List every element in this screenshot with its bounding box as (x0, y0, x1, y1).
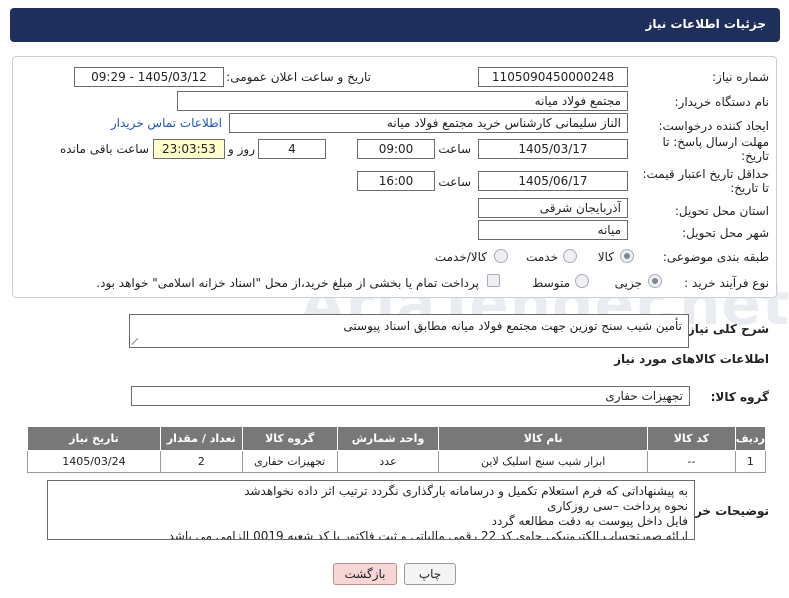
table-row: 1 -- ابزار شیب سنج اسلیک لاین عدد تجهیزا… (27, 450, 767, 473)
cell-item-code: -- (646, 450, 736, 473)
buyer-notes-textarea[interactable]: به پیشنهاداتی که فرم استعلام تکمیل و درس… (47, 480, 695, 540)
print-button[interactable]: چاپ (404, 563, 456, 585)
province-field: آذربایجان شرقی (478, 198, 628, 218)
deadline-days-field: 4 (258, 139, 326, 159)
back-button[interactable]: بازگشت (333, 563, 397, 585)
process-radio-medium[interactable] (575, 274, 589, 288)
summary-label: شرح کلی نیاز: (683, 322, 769, 336)
resize-grip-icon[interactable] (131, 336, 141, 346)
validity-label-line1: حداقل تاریخ اعتبار قیمت: (642, 167, 769, 181)
deadline-time-field: 09:00 (357, 139, 435, 159)
deadline-date-field: 1405/03/17 (478, 139, 628, 159)
goods-group-label: گروه کالا: (710, 390, 769, 404)
cell-need-date: 1405/03/24 (27, 450, 161, 473)
city-label: شهر محل تحویل: (682, 226, 769, 240)
cell-goods-group: تجهیزات حفاری (241, 450, 338, 473)
process-label: نوع فرآیند خرید : (684, 276, 769, 290)
buyer-note-line: نحوه پرداخت –سی روزکاری (547, 499, 688, 513)
remaining-time-label: ساعت باقی مانده (59, 142, 149, 156)
validity-date-field: 1405/06/17 (478, 171, 628, 191)
cell-quantity: 2 (159, 450, 243, 473)
category-option-service: خدمت (526, 250, 558, 264)
cell-unit: عدد (336, 450, 440, 473)
cell-row-number: 1 (734, 450, 767, 473)
col-goods-group: گروه کالا (241, 426, 338, 451)
announce-datetime-label: تاریخ و ساعت اعلان عمومی: (226, 70, 371, 84)
col-unit: واحد شمارش (336, 426, 440, 451)
category-label: طبقه بندی موضوعی: (662, 250, 769, 264)
buyer-note-line: به پیشنهاداتی که فرم استعلام تکمیل و درس… (244, 484, 688, 498)
buyer-org-field: مجتمع فولاد میانه (177, 91, 628, 111)
treasury-payment-checkbox[interactable] (487, 274, 500, 287)
cell-item-name: ابزار شیب سنج اسلیک لاین (438, 450, 648, 473)
buyer-note-line: فایل داخل پیوست به دقت مطالعه گردد (491, 514, 688, 528)
deadline-time-label: ساعت (438, 142, 471, 156)
page-title: جزئیات اطلاعات نیاز (645, 17, 766, 31)
category-option-goods: کالا (597, 250, 614, 264)
validity-time-field: 16:00 (357, 171, 435, 191)
category-radio-goods[interactable] (620, 249, 634, 263)
summary-text: تأمین شیب سنج توزین جهت مجتمع فولاد میان… (343, 319, 682, 333)
summary-textarea[interactable]: تأمین شیب سنج توزین جهت مجتمع فولاد میان… (129, 314, 689, 348)
goods-section-title: اطلاعات کالاهای مورد نیاز (614, 352, 769, 366)
table-header-row: ردیف کد کالا نام کالا واحد شمارش گروه کا… (27, 426, 767, 451)
city-field: میانه (478, 220, 628, 240)
category-radio-goods-service[interactable] (494, 249, 508, 263)
process-option-minor: جزیی (614, 276, 642, 290)
col-need-date: تاریخ نیاز (27, 426, 161, 451)
announce-datetime-field: 1405/03/12 - 09:29 (74, 67, 224, 87)
goods-table: ردیف کد کالا نام کالا واحد شمارش گروه کا… (27, 426, 767, 473)
deadline-label-line2: تاریخ: (741, 149, 769, 163)
buyer-note-line: ارائه صورتحساب الکترونیکی حاوی کد 22 رقم… (168, 529, 688, 540)
page-header: جزئیات اطلاعات نیاز (10, 8, 780, 42)
treasury-payment-note: پرداخت تمام یا بخشی از مبلغ خرید،از محل … (96, 276, 479, 290)
col-row-number: ردیف (734, 426, 767, 451)
validity-time-label: ساعت (438, 175, 471, 189)
col-item-name: نام کالا (438, 426, 648, 451)
col-quantity: تعداد / مقدار (159, 426, 243, 451)
deadline-days-label: روز و (228, 142, 255, 156)
goods-group-field: تجهیزات حفاری (131, 386, 690, 406)
requester-label: ایجاد کننده درخواست: (658, 119, 769, 133)
process-option-medium: متوسط (532, 276, 570, 290)
need-number-label: شماره نیاز: (712, 70, 769, 84)
buyer-contact-link[interactable]: اطلاعات تماس خریدار (111, 116, 222, 130)
requester-field: الناز سلیمانی کارشناس خرید مجتمع فولاد م… (229, 113, 628, 133)
category-option-goods-service: کالا/خدمت (434, 250, 487, 264)
col-item-code: کد کالا (646, 426, 736, 451)
process-radio-minor[interactable] (648, 274, 662, 288)
remaining-time-field: 23:03:53 (153, 139, 225, 159)
need-number-field: 1105090450000248 (478, 67, 628, 87)
province-label: استان محل تحویل: (674, 204, 769, 218)
validity-label-line2: تا تاریخ: (730, 181, 769, 195)
category-radio-service[interactable] (563, 249, 577, 263)
deadline-label-line1: مهلت ارسال پاسخ: تا (662, 135, 769, 149)
buyer-org-label: نام دستگاه خریدار: (674, 95, 770, 109)
